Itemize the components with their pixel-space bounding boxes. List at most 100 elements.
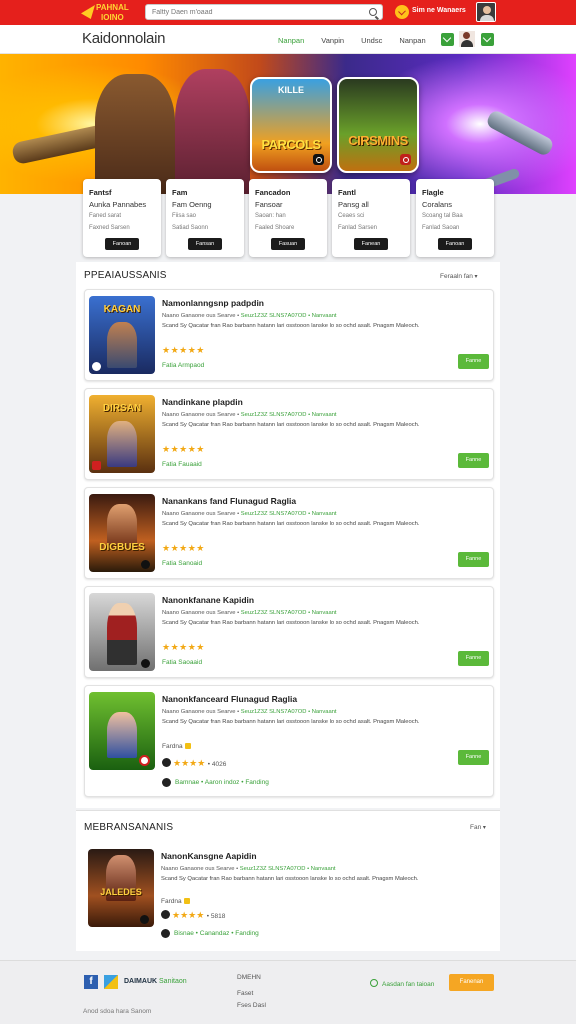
promo-button[interactable]: Fanean [354,238,388,250]
promo-card[interactable]: Fantsf Aunka Pannabes Faned sarat Faxned… [83,179,161,257]
game-thumbnail[interactable] [89,593,155,671]
footer-status[interactable]: Aasdan fan taioan [370,979,434,988]
nav-link-3[interactable]: Undsc [361,36,382,45]
footer-link[interactable]: DMEHN [237,974,261,981]
game-thumbnail[interactable]: DIRSAN [89,395,155,473]
game-thumbnail[interactable]: KAGAN [89,296,155,374]
meta-text: Naano Ganaone ous Searve • [161,866,239,872]
footer-brand-name: DAIMAUK [124,978,158,985]
install-button[interactable]: Fanne [458,552,489,567]
genre-icon [183,898,190,905]
game-link[interactable]: Fatia Fauaaid [162,461,202,468]
game-card[interactable]: DIRSAN Nandinkane plapdin Naano Ganaone … [84,388,494,480]
promo-subtitle: Fansoar [255,200,283,209]
game-card[interactable]: JALEDES NanonKansgne Aapidin Naano Ganao… [84,843,494,947]
nav-link-1[interactable]: Nanpan [278,36,304,45]
game-description: Scand Sy Qacatar fran Rao barbann hatann… [162,422,420,428]
logo-text: PAHNAL IOINO [96,3,129,22]
section-title: PPEAIAUSSANIS [84,270,167,281]
promo-button[interactable]: Fansan [188,238,222,250]
footer-cta-button[interactable]: Fanenan [449,974,494,991]
game-meta: Naano Ganaone ous Searve • Seuz1Z3Z SLNS… [162,313,337,319]
game-meta: Naano Ganaone ous Searve • Seuz1Z3Z SLNS… [162,511,337,517]
install-button[interactable]: Fanne [458,453,489,468]
game-title[interactable]: Namonlanngsnp padpdin [162,298,264,308]
review-row[interactable]: Bisnae • Canandaz • Fanding [161,929,259,938]
game-title[interactable]: Nanonkfanane Kapidin [162,595,254,605]
platform-icon [92,461,101,470]
game-title[interactable]: NanonKansgne Aapidin [161,851,257,861]
footer-brand: DAIMAUK Sanitaon [124,978,187,985]
rating-stars: ★★★★★ [162,444,205,454]
user-avatar[interactable] [476,2,496,22]
game-link[interactable]: Fatia Sanoaid [162,560,202,567]
rating-stars: ★★★★★ [162,642,205,652]
search-input[interactable] [152,6,352,19]
section-filter-link[interactable]: Feraaln fan [440,273,478,280]
install-button[interactable]: Fanne [458,651,489,666]
game-title[interactable]: Nandinkane plapdin [162,397,243,407]
tile-platform-icon [313,154,324,165]
game-description: Scand Sy Qacatar fran Rao barbann hatann… [162,323,420,329]
thumb-character [107,421,137,467]
signin-link[interactable]: Sim ne Wanaers [412,7,466,14]
game-thumbnail[interactable]: DIGBUES [89,494,155,572]
site-logo[interactable]: PAHNAL IOINO [80,2,136,22]
game-description: Scand Sy Qacatar fran Rao barbann hatann… [162,620,420,626]
meta-text: Naano Ganaone ous Searve • [162,313,240,319]
promo-title: Fantl [338,188,356,197]
footer: f DAIMAUK Sanitaon DMEHN Faset Fses Dasl… [0,960,576,1024]
genre-label: Fardna [162,743,183,750]
install-button[interactable]: Fanne [458,354,489,369]
game-thumbnail[interactable] [89,692,155,770]
game-card[interactable]: Nanonkfanceard Flunagud Raglia Naano Gan… [84,685,494,797]
meta-text: Naano Ganaone ous Searve • [162,511,240,517]
featured-game-tile-2[interactable]: CIRSMINS [337,77,419,173]
nav-link-2[interactable]: Vanpin [321,36,344,45]
featured-game-tile-1[interactable]: KILLE PARCOLS [250,77,332,173]
search-icon[interactable] [369,8,377,16]
game-link[interactable]: Fatia Saoaaid [162,659,202,666]
promo-line: Satiad Saonn [172,225,209,231]
game-link[interactable]: Fatia Armpaod [162,362,204,369]
thumb-character [107,712,137,758]
meta-text: Naano Ganaone ous Searve • [162,709,240,715]
thumb-character [107,603,137,665]
nav-links: Nanpan Vanpin Undsc Nanpan [278,36,443,45]
game-description: Scand Sy Qacatar fran Rao barbann hatann… [162,521,420,527]
promo-button[interactable]: Fasuan [271,238,305,250]
game-card[interactable]: KAGAN Namonlanngsnp padpdin Naano Ganaon… [84,289,494,381]
section-filter-link[interactable]: Fan [470,824,486,831]
review-text: Bisnae • Canandaz • Fanding [174,930,259,938]
review-row[interactable]: Bamnae • Aaron indoz • Fanding [162,778,269,787]
promo-card[interactable]: Fam Fam Oenng Fiisa sao Satiad Saonn Fan… [166,179,244,257]
game-title[interactable]: Nanonkfanceard Flunagud Raglia [162,694,297,704]
rating-count: • 5818 [206,913,226,920]
game-title[interactable]: Nanankans fand Flunagud Raglia [162,496,296,506]
search-bar[interactable] [145,4,383,20]
game-card[interactable]: DIGBUES Nanankans fand Flunagud Raglia N… [84,487,494,579]
footer-link[interactable]: Faset [237,990,253,997]
promo-button[interactable]: Fanoan [105,238,139,250]
game-card[interactable]: Nanonkfanane Kapidin Naano Ganaone ous S… [84,586,494,678]
promo-title: Flagle [422,188,444,197]
social-icon[interactable] [104,975,118,989]
game-thumbnail[interactable]: JALEDES [88,849,154,927]
promo-card[interactable]: Flagle Coralans Scoang tal Baa Fanlad Sa… [416,179,494,257]
footer-link[interactable]: Fses Dasl [237,1002,266,1009]
nav-action-icon[interactable] [441,33,454,46]
nav-avatar[interactable] [459,31,475,47]
promo-card[interactable]: Fancadon Fansoar Saoan: han Faaled Shoar… [249,179,327,257]
brand-title[interactable]: Kaidonnolain [82,30,165,47]
platform-icon [140,915,149,924]
genre-badge: Fardna [162,743,191,750]
nav-link-4[interactable]: Nanpan [399,36,425,45]
promo-line: Fanlad Saoan [422,225,460,231]
promo-line: Fiisa sao [172,213,197,219]
install-button[interactable]: Fanne [458,750,489,765]
promo-button[interactable]: Fanoan [438,238,472,250]
promo-card[interactable]: Fantl Pansg all Ceaes sci Fanlad Sarsen … [332,179,410,257]
check-badge-icon[interactable] [395,5,409,19]
facebook-icon[interactable]: f [84,975,98,989]
nav-dropdown-icon[interactable] [481,33,494,46]
